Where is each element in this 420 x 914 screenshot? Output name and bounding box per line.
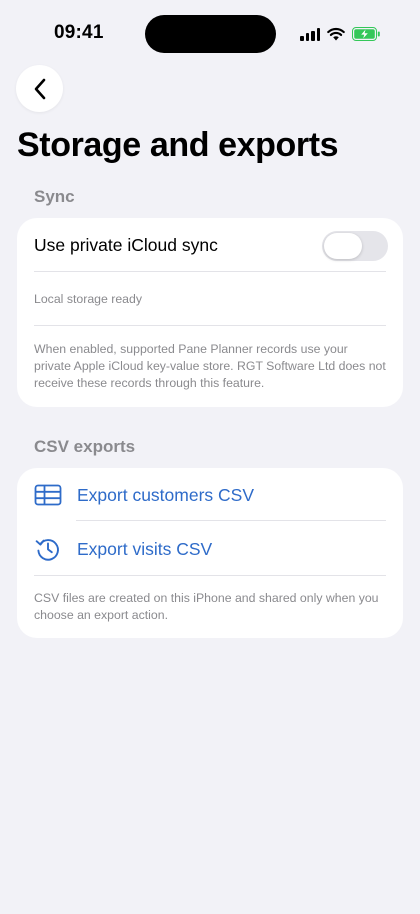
dynamic-island	[145, 15, 276, 53]
divider	[76, 520, 386, 521]
status-time: 09:41	[54, 22, 104, 43]
divider	[34, 575, 386, 576]
status-bar: 09:41	[0, 0, 420, 66]
csv-exports-card: Export customers CSV Export visits CSV C…	[17, 468, 403, 638]
sync-status-text: Local storage ready	[34, 292, 143, 306]
status-icons	[300, 24, 381, 44]
export-visits-button[interactable]: Export visits CSV	[34, 535, 386, 563]
table-icon	[34, 481, 62, 509]
sync-description: When enabled, supported Pane Planner rec…	[34, 342, 386, 390]
sync-card: Use private iCloud sync Local storage re…	[17, 218, 403, 407]
cellular-signal-icon	[300, 27, 320, 41]
sync-section-header: Sync	[34, 187, 75, 206]
page-title: Storage and exports	[17, 126, 339, 164]
export-customers-button[interactable]: Export customers CSV	[34, 481, 386, 509]
divider	[34, 325, 386, 326]
export-customers-label: Export customers CSV	[77, 484, 254, 505]
chevron-left-icon	[34, 78, 45, 99]
toggle-knob	[324, 233, 362, 259]
icloud-sync-toggle[interactable]	[322, 231, 388, 261]
csv-exports-footnote: CSV files are created on this iPhone and…	[34, 591, 379, 622]
history-icon	[34, 535, 62, 563]
back-button[interactable]	[16, 65, 63, 112]
export-visits-label: Export visits CSV	[77, 538, 213, 559]
wifi-icon	[327, 27, 345, 41]
battery-charging-icon	[352, 27, 380, 41]
csv-exports-section-header: CSV exports	[34, 437, 136, 456]
divider	[34, 271, 386, 272]
icloud-sync-label: Use private iCloud sync	[34, 235, 218, 255]
